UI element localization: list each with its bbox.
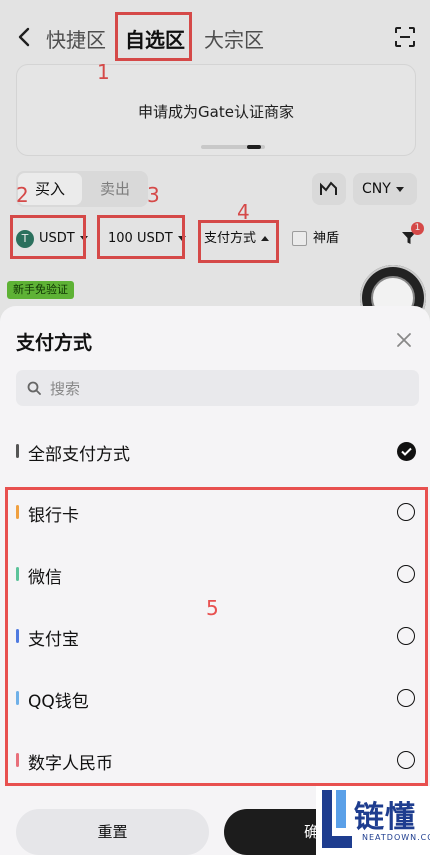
watermark-text: 链懂 [354,800,416,835]
search-input[interactable] [48,370,412,408]
close-icon[interactable] [396,332,412,348]
payment-method-sheet: 支付方式 全部支付方式 银行卡 微信 支付宝 QQ钱包 [0,306,430,855]
option-all-payment[interactable]: 全部支付方式 [0,427,430,477]
annotation-box-5 [5,487,428,786]
option-color-bar [16,444,19,458]
sheet-title: 支付方式 [16,332,93,354]
watermark-logo-icon [322,790,352,848]
annotation-number-5: 5 [206,596,219,620]
search-icon [27,381,41,395]
search-box [16,370,419,408]
radio-checked-icon[interactable] [397,442,416,461]
option-label: 全部支付方式 [28,445,130,465]
watermark-subtext: NEATDOWN.COM [362,833,430,842]
reset-button[interactable]: 重置 [16,809,209,855]
site-watermark: 链懂 NEATDOWN.COM [316,786,430,855]
